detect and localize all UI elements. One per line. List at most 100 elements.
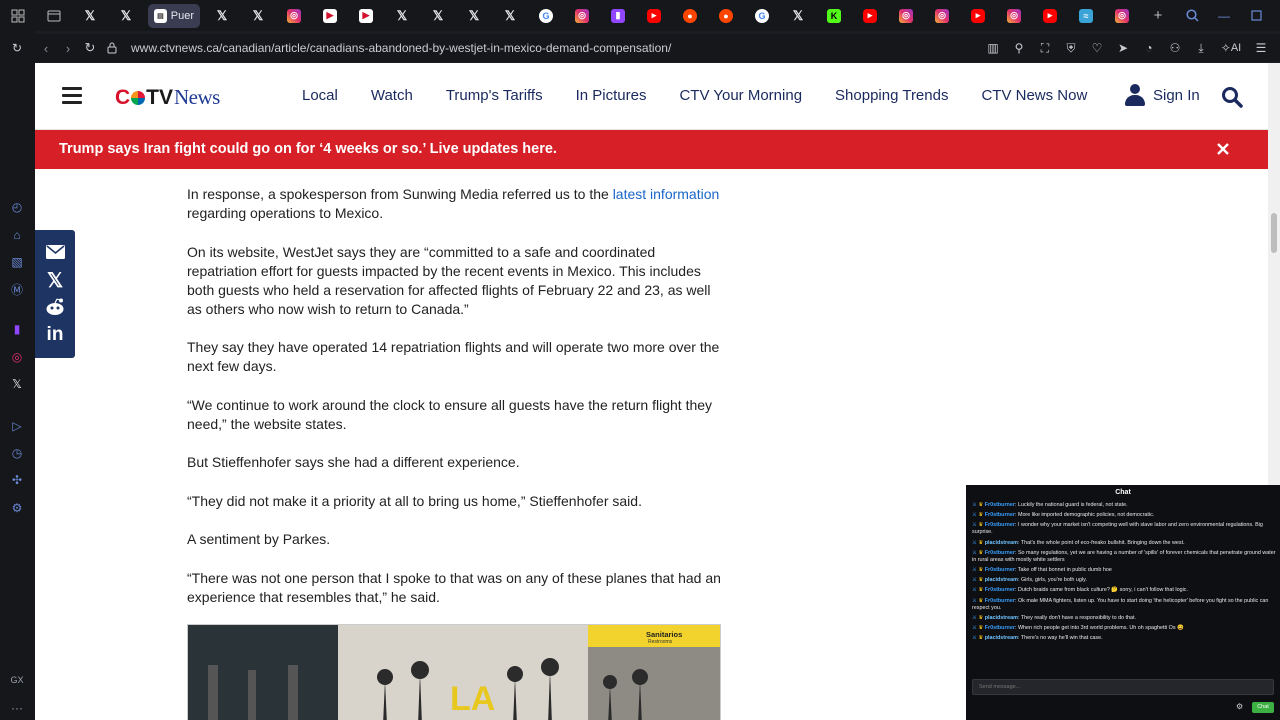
gx-cleaner-icon[interactable]: ⌂ — [8, 226, 26, 244]
back-icon[interactable]: ‹ — [35, 37, 57, 59]
tab-instagram[interactable]: ◎ — [284, 6, 304, 26]
pin-icon[interactable]: ⚲ — [1008, 37, 1030, 59]
tab-instagram[interactable]: ◎ — [932, 6, 952, 26]
chat-message-list[interactable]: ⚔ ♛ Fr0stburner: Luckily the national gu… — [972, 502, 1276, 645]
tab-twitch[interactable]: ▮ — [608, 6, 628, 26]
chat-settings-icon[interactable]: ⚙ — [1236, 702, 1243, 711]
instagram-sidebar-icon[interactable]: ◎ — [8, 348, 26, 366]
new-tab-plus-icon[interactable]: + — [1148, 6, 1168, 26]
tab-kick[interactable]: K — [824, 6, 844, 26]
chat-username[interactable]: placidstream — [985, 635, 1018, 641]
tab-instagram[interactable]: ◎ — [896, 6, 916, 26]
account-icon[interactable]: ⚇ — [1164, 37, 1186, 59]
menu-icon[interactable]: ☰ — [1250, 37, 1272, 59]
email-share-icon[interactable] — [45, 242, 65, 262]
tab-youtube[interactable]: ▸ — [860, 6, 880, 26]
article-photo[interactable]: LA Sanitarios Restrooms — [187, 624, 721, 720]
x-sidebar-icon[interactable]: 𝕏 — [8, 375, 26, 393]
nav-trumps-tariffs[interactable]: Trump's Tariffs — [446, 87, 543, 104]
nav-in-pictures[interactable]: In Pictures — [576, 87, 647, 104]
tab-x[interactable]: 𝕏 — [392, 6, 412, 26]
chat-username[interactable]: placidstream — [985, 540, 1018, 546]
lock-icon[interactable] — [101, 37, 123, 59]
chat-send-button[interactable]: Chat — [1252, 702, 1274, 713]
chat-username[interactable]: Fr0stburner — [985, 522, 1015, 528]
scrollbar-thumb[interactable] — [1271, 213, 1277, 253]
tab-instagram[interactable]: ◎ — [572, 6, 592, 26]
player-icon[interactable]: ▷ — [8, 417, 26, 435]
tab-x[interactable]: 𝕏 — [428, 6, 448, 26]
minimize-icon[interactable]: — — [1214, 6, 1234, 26]
tab-x[interactable]: 𝕏 — [248, 6, 268, 26]
forward-icon[interactable]: › — [57, 37, 79, 59]
chat-username[interactable]: Fr0stburner — [985, 625, 1015, 631]
nav-local[interactable]: Local — [302, 87, 338, 104]
settings-icon[interactable]: ⚙ — [8, 499, 26, 517]
tab-player[interactable]: ▶ — [320, 6, 340, 26]
tab-instagram[interactable]: ◎ — [1112, 6, 1132, 26]
chat-username[interactable]: Fr0stburner — [985, 502, 1015, 508]
extensions-icon[interactable]: ✣ — [8, 471, 26, 489]
x-share-icon[interactable]: 𝕏 — [45, 270, 65, 292]
media-icon[interactable]: ◔ — [1138, 37, 1160, 59]
sign-in-button[interactable]: Sign In — [1125, 84, 1200, 106]
sidebar-more-icon[interactable]: ··· — [8, 699, 26, 717]
breaking-news-banner[interactable]: Trump says Iran fight could go on for ‘4… — [35, 130, 1268, 169]
tab-player[interactable]: ▶ — [356, 6, 376, 26]
send-icon[interactable]: ➤ — [1112, 37, 1134, 59]
chat-username[interactable]: Fr0stburner — [985, 550, 1015, 556]
linkedin-share-icon[interactable]: in — [45, 324, 65, 345]
tab-x[interactable]: 𝕏 — [212, 6, 232, 26]
gx-label[interactable]: GX — [8, 671, 26, 689]
chat-username[interactable]: Fr0stburner — [985, 587, 1015, 593]
tab-x[interactable]: 𝕏 — [80, 6, 100, 26]
ai-button[interactable]: ✧ AI — [1216, 37, 1246, 59]
heart-icon[interactable]: ♡ — [1086, 37, 1108, 59]
nav-ctv-news-now[interactable]: CTV News Now — [981, 87, 1087, 104]
breaking-news-text[interactable]: Trump says Iran fight could go on for ‘4… — [59, 141, 557, 157]
chat-message-input[interactable]: Send message... — [972, 679, 1274, 695]
tab-google[interactable]: G — [536, 6, 556, 26]
tab-x[interactable]: 𝕏 — [788, 6, 808, 26]
tab-blue-app[interactable]: ≈ — [1076, 6, 1096, 26]
latest-information-link[interactable]: latest information — [613, 186, 720, 202]
nav-shopping-trends[interactable]: Shopping Trends — [835, 87, 948, 104]
reddit-share-icon[interactable] — [45, 297, 65, 317]
tab-x[interactable]: 𝕏 — [464, 6, 484, 26]
close-banner-icon[interactable] — [1215, 141, 1231, 157]
ctv-news-logo[interactable]: C TV News — [115, 85, 220, 110]
history-icon[interactable]: ◷ — [8, 444, 26, 462]
chat-username[interactable]: Fr0stburner — [985, 598, 1015, 604]
nav-watch[interactable]: Watch — [371, 87, 413, 104]
url-field[interactable]: www.ctvnews.ca/canadian/article/canadian… — [131, 41, 671, 55]
tab-x[interactable]: 𝕏 — [500, 6, 520, 26]
refresh-sidebar-icon[interactable]: ↻ — [8, 39, 26, 57]
hamburger-menu-icon[interactable] — [62, 87, 82, 105]
tab-google[interactable]: G — [752, 6, 772, 26]
snapshot-icon[interactable]: ⛶ — [1034, 37, 1056, 59]
chat-username[interactable]: placidstream — [985, 577, 1018, 583]
nav-ctv-your-morning[interactable]: CTV Your Morning — [679, 87, 802, 104]
tab-reddit[interactable]: ● — [680, 6, 700, 26]
search-icon[interactable] — [1221, 86, 1243, 108]
maximize-icon[interactable] — [1246, 6, 1266, 26]
tab-youtube[interactable]: ▸ — [1040, 6, 1060, 26]
tab-youtube[interactable]: ▸ — [644, 6, 664, 26]
opera-workspace-icon[interactable] — [8, 6, 28, 26]
reload-icon[interactable]: ↻ — [79, 37, 101, 59]
gx-corner-icon[interactable]: ▧ — [8, 253, 26, 271]
tab-youtube[interactable]: ▸ — [968, 6, 988, 26]
chat-username[interactable]: placidstream — [985, 615, 1018, 621]
tab-manager-icon[interactable] — [44, 6, 64, 26]
tab-active[interactable]: ▤ Puer — [148, 3, 200, 28]
messenger-icon[interactable]: Ⓜ — [8, 280, 26, 298]
shield-icon[interactable]: ⛨ — [1060, 37, 1082, 59]
split-screen-icon[interactable]: ▥ — [982, 37, 1004, 59]
tab-reddit[interactable]: ● — [716, 6, 736, 26]
download-icon[interactable]: ⤓ — [1190, 37, 1212, 59]
search-tabs-icon[interactable] — [1182, 6, 1202, 26]
tab-x[interactable]: 𝕏 — [116, 6, 136, 26]
twitch-sidebar-icon[interactable]: ▮ — [8, 320, 26, 338]
tab-instagram[interactable]: ◎ — [1004, 6, 1024, 26]
chat-username[interactable]: Fr0stburner — [985, 567, 1015, 573]
